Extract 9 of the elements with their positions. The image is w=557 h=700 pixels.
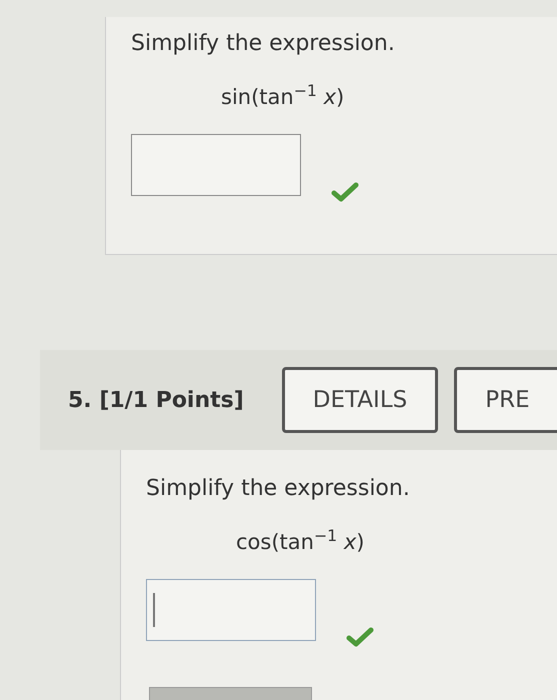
toolbar-button[interactable]: DETAILS — [282, 367, 438, 433]
answer-field[interactable] — [131, 134, 301, 196]
math-expression: sin(tan$^{−1}$ x) — [221, 85, 344, 109]
question-number: 5. [1/1 Points] — [68, 386, 244, 414]
answer-field[interactable] — [146, 578, 316, 640]
question-prompt: Simplify the expression. — [146, 475, 410, 503]
toolbar-button[interactable]: PRE — [454, 367, 557, 433]
math-expression: cos(tan$^{−1}$ x) — [236, 530, 364, 554]
question-prompt: Simplify the expression. — [131, 30, 395, 58]
